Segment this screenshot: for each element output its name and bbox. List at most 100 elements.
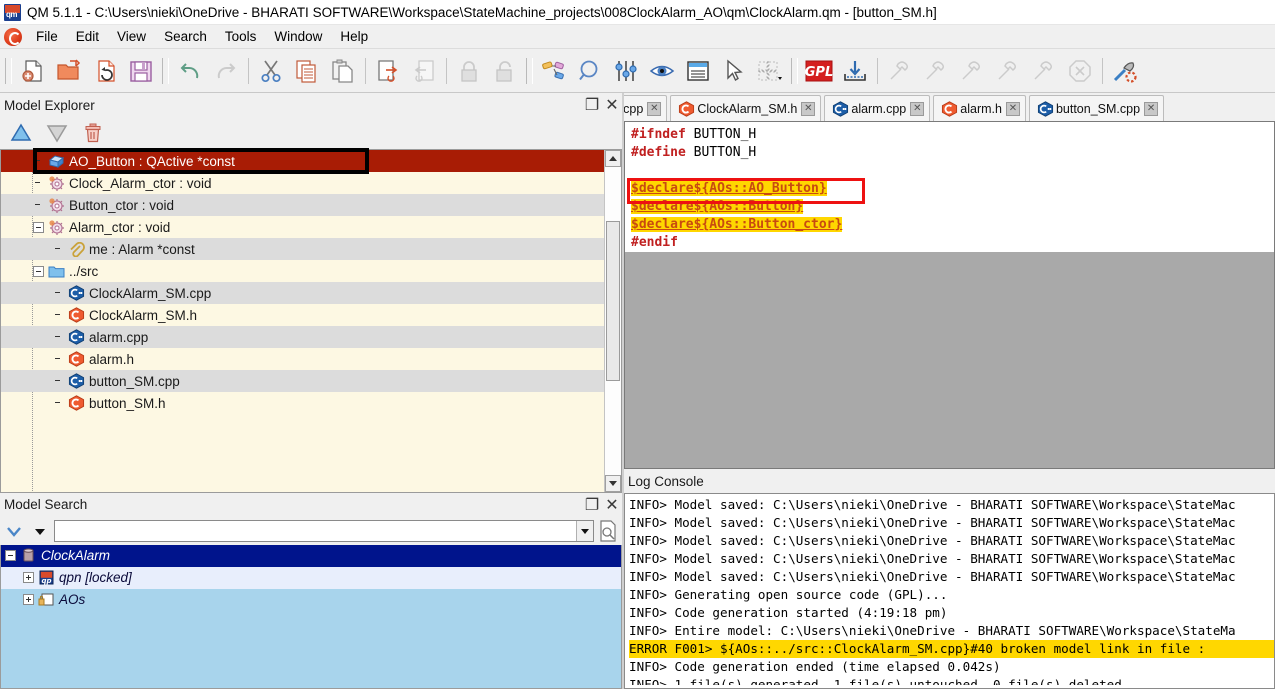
model-explorer-close-button[interactable]: ✕ (602, 96, 622, 114)
tree-expander-toggle[interactable] (33, 221, 44, 233)
scroll-thumb[interactable] (606, 221, 620, 381)
cut-button[interactable] (253, 53, 289, 89)
search-result-clockalarm[interactable]: ClockAlarm (1, 544, 621, 567)
editor-tab-clockalarm-sm-h[interactable]: ClockAlarm_SM.h ✕ (670, 95, 822, 121)
redo-button[interactable] (208, 53, 244, 89)
menu-edit[interactable]: Edit (67, 27, 108, 46)
lock-button[interactable] (451, 53, 487, 89)
menu-help[interactable]: Help (331, 27, 377, 46)
build-button-2[interactable] (918, 53, 954, 89)
chevron-down-icon[interactable] (2, 519, 26, 543)
tree-expander-spacer (53, 376, 64, 387)
scroll-down-button[interactable] (605, 474, 621, 492)
zoom-button[interactable] (572, 53, 608, 89)
model-explorer-scrollbar[interactable] (604, 150, 621, 492)
editor-tab-button-sm-cpp[interactable]: button_SM.cpp ✕ (1028, 95, 1165, 121)
gpl-license-button[interactable]: GPL (801, 53, 837, 89)
code-content[interactable]: #ifndef BUTTON_H #define BUTTON_H $declar… (625, 122, 1274, 252)
window-button[interactable] (680, 53, 716, 89)
code-macro-link[interactable]: $declare${AOs::Button} (631, 199, 804, 214)
model-explorer-tree[interactable]: AO_Button : QActive *const Clock_Alarm_ct… (1, 150, 604, 492)
menu-file[interactable]: File (27, 27, 67, 46)
search-expander-toggle[interactable] (23, 572, 34, 583)
search-combo[interactable] (54, 519, 594, 542)
diagram-button[interactable] (536, 53, 572, 89)
search-input[interactable] (55, 521, 576, 540)
h-file-icon (67, 351, 85, 367)
editor-tab-bar[interactable]: _SM.cpp✕ClockAlarm_SM.h✕alarm.cpp✕alarm.… (624, 93, 1275, 121)
select-tool-button[interactable] (716, 53, 752, 89)
generate-code-button[interactable] (837, 53, 873, 89)
editor-tab-sm-cpp[interactable]: _SM.cpp✕ (624, 95, 668, 121)
paste-button[interactable] (325, 53, 361, 89)
reload-model-button[interactable] (87, 53, 123, 89)
menu-window[interactable]: Window (265, 27, 331, 46)
tree-item-button-ctor-void[interactable]: Button_ctor : void (1, 194, 604, 216)
scroll-track[interactable] (605, 167, 621, 475)
stop-build-button[interactable] (1062, 53, 1098, 89)
tree-item-src[interactable]: ../src (1, 260, 604, 282)
editor-tab-close-icon[interactable]: ✕ (1005, 101, 1020, 116)
new-model-button[interactable] (15, 53, 51, 89)
tree-item-clock-alarm-ctor-void[interactable]: Clock_Alarm_ctor : void (1, 172, 604, 194)
tree-item-clockalarm-sm-h[interactable]: ClockAlarm_SM.h (1, 304, 604, 326)
menu-search[interactable]: Search (155, 27, 216, 46)
dropdown-triangle-icon[interactable] (28, 519, 52, 543)
build-button-4[interactable] (990, 53, 1026, 89)
model-explorer-float-button[interactable]: ❐ (582, 96, 602, 114)
editor-tab-close-icon[interactable]: ✕ (910, 101, 925, 116)
scroll-up-button[interactable] (605, 150, 621, 167)
search-result-qpn-locked[interactable]: qp qpn [locked] (1, 566, 621, 589)
tree-item-alarm-h[interactable]: alarm.h (1, 348, 604, 370)
search-result-aos[interactable]: AOs (1, 588, 621, 611)
search-combo-arrow-icon[interactable] (576, 520, 593, 541)
editor-tab-label: button_SM.cpp (1055, 101, 1141, 116)
tree-item-ao-button-qactive-const[interactable]: AO_Button : QActive *const (1, 150, 604, 172)
delete-button[interactable] (76, 119, 110, 147)
code-macro-link[interactable]: $declare${AOs::AO_Button} (631, 181, 827, 196)
tree-item-alarm-cpp[interactable]: alarm.cpp (1, 326, 604, 348)
tree-item-alarm-ctor-void[interactable]: Alarm_ctor : void (1, 216, 604, 238)
tree-expander-toggle[interactable] (33, 265, 44, 277)
copy-button[interactable] (289, 53, 325, 89)
move-down-button[interactable] (40, 119, 74, 147)
save-model-button[interactable] (123, 53, 159, 89)
toolbar-grip-2[interactable] (162, 57, 169, 84)
editor-tab-close-icon[interactable]: ✕ (647, 101, 662, 116)
preview-button[interactable] (644, 53, 680, 89)
tree-item-clockalarm-sm-cpp[interactable]: ClockAlarm_SM.cpp (1, 282, 604, 304)
model-search-results[interactable]: ClockAlarm qp qpn [locked] AOs (0, 544, 622, 689)
code-macro-link[interactable]: $declare${AOs::Button_ctor} (631, 217, 843, 232)
build-button-1[interactable] (882, 53, 918, 89)
move-up-button[interactable] (4, 119, 38, 147)
model-search-float-button[interactable]: ❐ (582, 496, 602, 514)
toolbar-grip[interactable] (5, 57, 12, 84)
editor-tab-alarm-h[interactable]: alarm.h ✕ (933, 95, 1026, 121)
export-link-button[interactable] (370, 53, 406, 89)
properties-button[interactable] (608, 53, 644, 89)
build-button-5[interactable] (1026, 53, 1062, 89)
toolbar-grip-3[interactable] (526, 57, 533, 84)
grid-dropdown-button[interactable] (752, 53, 788, 89)
tool-settings-button[interactable] (1107, 53, 1143, 89)
search-expander-toggle[interactable] (5, 550, 16, 561)
code-editor[interactable]: #ifndef BUTTON_H #define BUTTON_H $declar… (624, 121, 1275, 469)
toolbar-grip-4[interactable] (791, 57, 798, 84)
editor-tab-close-icon[interactable]: ✕ (1144, 101, 1159, 116)
tree-item-button-sm-h[interactable]: button_SM.h (1, 392, 604, 414)
search-expander-toggle[interactable] (23, 594, 34, 605)
unlock-button[interactable] (487, 53, 523, 89)
import-link-button[interactable] (406, 53, 442, 89)
editor-tab-close-icon[interactable]: ✕ (801, 101, 816, 116)
tree-item-button-sm-cpp[interactable]: button_SM.cpp (1, 370, 604, 392)
menu-tools[interactable]: Tools (216, 27, 266, 46)
model-search-close-button[interactable]: ✕ (602, 496, 622, 514)
tree-item-me-alarm-const[interactable]: me : Alarm *const (1, 238, 604, 260)
build-button-3[interactable] (954, 53, 990, 89)
search-document-icon[interactable] (596, 519, 620, 543)
log-console-output[interactable]: INFO> Model saved: C:\Users\nieki\OneDri… (624, 493, 1275, 689)
open-model-button[interactable] (51, 53, 87, 89)
menu-view[interactable]: View (108, 27, 155, 46)
undo-button[interactable] (172, 53, 208, 89)
editor-tab-alarm-cpp[interactable]: alarm.cpp ✕ (824, 95, 931, 121)
